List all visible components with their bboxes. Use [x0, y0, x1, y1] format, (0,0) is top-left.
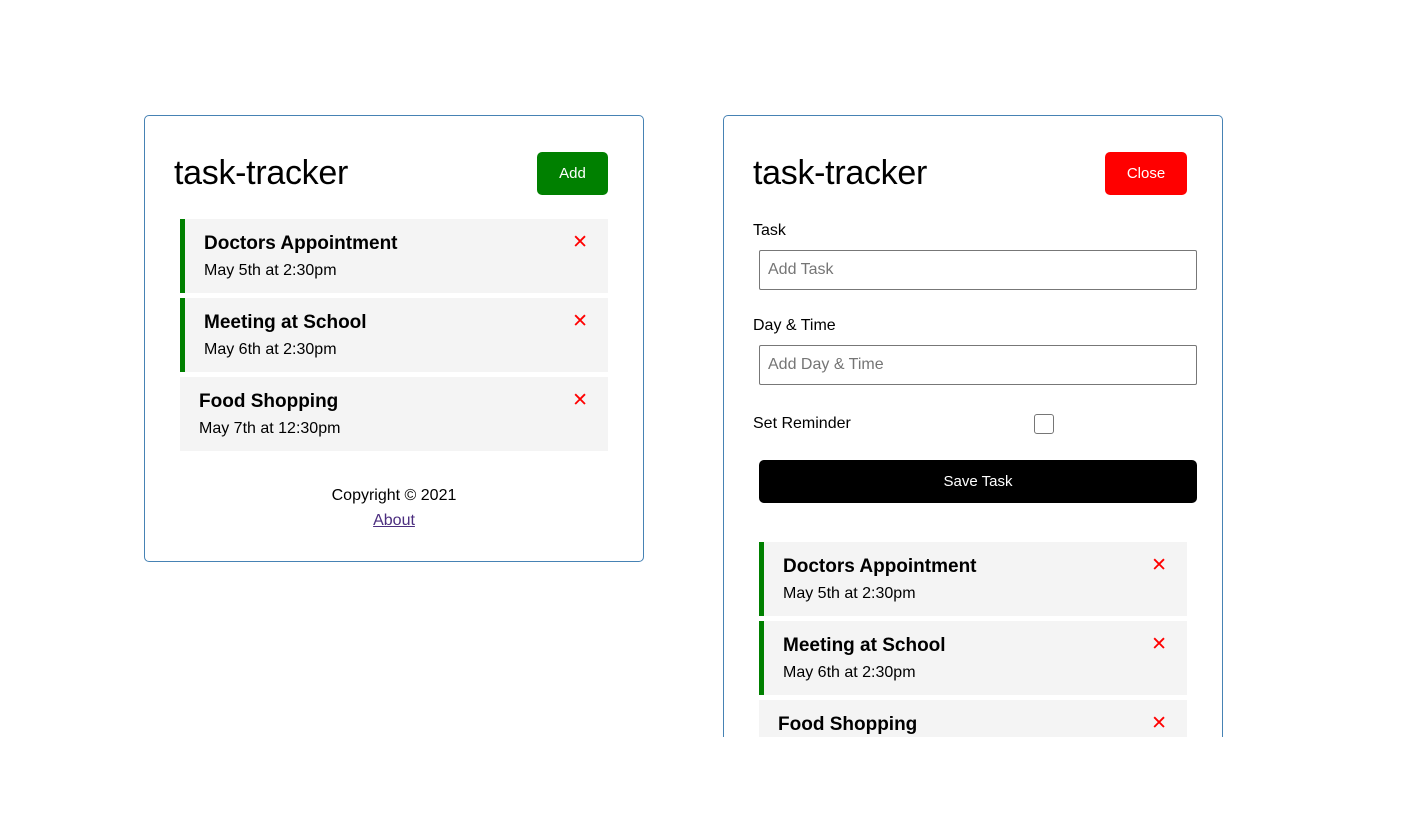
reminder-checkbox[interactable] [1034, 414, 1054, 434]
set-reminder-label: Set Reminder [753, 415, 851, 432]
right-panel-viewport: task-tracker Close Task Day & Time Set R… [0, 0, 1412, 737]
day-time-input[interactable] [759, 345, 1197, 385]
task-title: Meeting at School [783, 635, 946, 656]
task-input[interactable] [759, 250, 1197, 290]
delete-icon[interactable]: ✕ [1151, 634, 1167, 656]
day-time-label: Day & Time [753, 317, 836, 334]
task-list: Doctors Appointment May 5th at 2:30pm ✕ … [759, 542, 1187, 737]
task-title: Doctors Appointment [783, 556, 977, 577]
app-title: task-tracker [753, 154, 927, 192]
task-tracker-panel-right: task-tracker Close Task Day & Time Set R… [723, 115, 1223, 737]
save-task-button[interactable]: Save Task [759, 460, 1197, 503]
task-item[interactable]: Meeting at School May 6th at 2:30pm ✕ [759, 621, 1187, 695]
task-item[interactable]: Food Shopping ✕ [759, 700, 1187, 737]
delete-icon[interactable]: ✕ [1151, 555, 1167, 577]
header: task-tracker Close [753, 152, 1187, 195]
task-day: May 6th at 2:30pm [783, 664, 916, 681]
task-title: Food Shopping [778, 714, 918, 735]
task-label: Task [753, 222, 786, 239]
delete-icon[interactable]: ✕ [1151, 713, 1167, 735]
close-button[interactable]: Close [1105, 152, 1187, 195]
task-day: May 5th at 2:30pm [783, 585, 916, 602]
task-item[interactable]: Doctors Appointment May 5th at 2:30pm ✕ [759, 542, 1187, 616]
